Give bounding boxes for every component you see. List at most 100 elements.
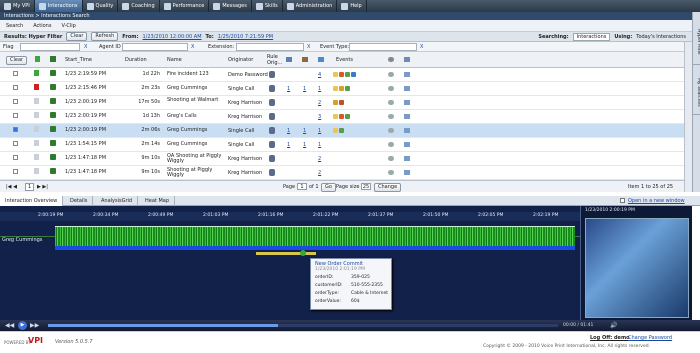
page-size-input[interactable]: 25 — [361, 183, 371, 190]
row-checkbox[interactable] — [13, 155, 18, 160]
row-icon-d[interactable] — [388, 156, 394, 161]
flag-icon[interactable] — [34, 154, 39, 160]
row-icon-e[interactable] — [404, 86, 410, 91]
flag-icon[interactable] — [34, 70, 39, 76]
table-row[interactable]: 1/23 2:00:19 PM 1d 13h Greg's Calls Kreg Ha… — [0, 110, 684, 124]
row-checkbox[interactable] — [13, 99, 18, 104]
nav-tab-my-vpi[interactable]: My VPI — [0, 0, 35, 12]
flag-icon[interactable] — [34, 140, 39, 146]
seek-track[interactable] — [48, 324, 558, 327]
cell-count-b[interactable]: 1 — [303, 128, 306, 134]
event-icon[interactable] — [351, 72, 356, 77]
cell-count-c[interactable]: 3 — [318, 114, 321, 120]
cell-count-b[interactable]: 1 — [303, 86, 306, 92]
refresh-button[interactable]: Refresh — [91, 32, 119, 41]
screen-thumbnail[interactable]: 1/23/2010 2:00:19 PM — [580, 206, 692, 326]
col-rule-orig[interactable]: Rule Orig... — [267, 54, 282, 66]
table-row[interactable]: 1/23 2:19:59 PM 1d 22h Fire incident 123 De… — [0, 68, 684, 82]
col-icon-c[interactable] — [318, 57, 324, 62]
cell-count-a[interactable]: 1 — [287, 86, 290, 92]
flag-icon[interactable] — [34, 126, 39, 132]
row-checkbox[interactable] — [13, 113, 18, 118]
row-icon-d[interactable] — [388, 128, 394, 133]
menu-vclip[interactable]: V-Clip — [61, 23, 75, 29]
row-icon-d[interactable] — [388, 114, 394, 119]
col-start-time[interactable]: Start_Time — [65, 57, 92, 63]
media-icon[interactable] — [50, 140, 56, 146]
side-tab-0[interactable]: Hyper Filter — [693, 20, 700, 65]
event-icon[interactable] — [333, 128, 338, 133]
row-checkbox[interactable] — [13, 85, 18, 90]
nav-tab-skills[interactable]: Skills — [252, 0, 283, 12]
play-button[interactable]: ▶ — [18, 321, 27, 330]
row-checkbox[interactable] — [13, 127, 18, 132]
media-icon[interactable] — [50, 84, 56, 90]
page-input[interactable]: 1 — [297, 183, 307, 190]
cell-count-c[interactable]: 1 — [318, 86, 321, 92]
audio-waveform[interactable] — [55, 226, 575, 246]
row-icon-d[interactable] — [388, 100, 394, 105]
col-icon-d[interactable] — [388, 57, 394, 62]
event-marker-icon[interactable] — [300, 250, 306, 256]
pager-next-icon[interactable]: ▶ ▶| — [37, 184, 48, 190]
col-icon-b[interactable] — [302, 57, 308, 62]
event-icon[interactable] — [339, 72, 344, 77]
nav-tab-administration[interactable]: Administration — [283, 0, 338, 12]
event-icon[interactable] — [333, 114, 338, 119]
col-icon-a[interactable] — [286, 57, 292, 62]
from-value[interactable]: 1/23/2010 12:00:00 AM — [143, 34, 202, 40]
clear-filters-button[interactable]: Clear — [6, 56, 28, 65]
using-value[interactable]: Today's Interactions — [636, 34, 686, 40]
extension-input[interactable] — [236, 43, 304, 51]
row-icon-e[interactable] — [404, 128, 410, 133]
event-icon[interactable] — [339, 114, 344, 119]
table-row[interactable]: 1/23 2:00:19 PM 2m 06s Greg Cummings Single… — [0, 124, 684, 138]
col-events[interactable]: Events — [336, 57, 353, 63]
flag-icon[interactable] — [34, 98, 39, 104]
nav-tab-coaching[interactable]: Coaching — [118, 0, 160, 12]
table-row[interactable]: 1/23 2:00:19 PM 17m 50s Shooting at Walmar… — [0, 96, 684, 110]
cell-count-a[interactable]: 1 — [287, 128, 290, 134]
row-checkbox[interactable] — [13, 141, 18, 146]
cell-count-c[interactable]: 1 — [318, 142, 321, 148]
event-icon[interactable] — [345, 72, 350, 77]
col-originator[interactable]: Originator — [228, 57, 253, 63]
table-row[interactable]: 1/23 1:47:18 PM 9m 10s Shooting at Piggly … — [0, 166, 684, 180]
agent-icon[interactable] — [269, 155, 275, 162]
nav-tab-quality[interactable]: Quality — [83, 0, 119, 12]
event-icon[interactable] — [333, 100, 338, 105]
breadcrumb-text[interactable]: Interactions > Interactions Search — [4, 13, 90, 19]
flag-filter-input[interactable] — [20, 43, 80, 51]
cell-count-b[interactable]: 1 — [303, 142, 306, 148]
agent-icon[interactable] — [269, 85, 275, 92]
nav-tab-performance[interactable]: Performance — [160, 0, 210, 12]
event-icon[interactable] — [339, 100, 344, 105]
log-off-link[interactable]: Log Off: demo — [590, 335, 630, 341]
row-icon-d[interactable] — [388, 170, 394, 175]
tab-interaction-overview[interactable]: Interaction Overview — [0, 196, 64, 206]
event-icon[interactable] — [333, 72, 338, 77]
agent-icon[interactable] — [269, 169, 275, 176]
forward-icon[interactable]: ▶▶ — [30, 322, 39, 329]
row-checkbox[interactable] — [13, 71, 18, 76]
to-value[interactable]: 1/25/2010 7:21:59 PM — [218, 34, 273, 40]
flag-column-icon[interactable] — [35, 56, 40, 62]
tab-details[interactable]: Details — [65, 196, 94, 206]
event-icon[interactable] — [339, 86, 344, 91]
media-icon[interactable] — [50, 126, 56, 132]
tab-heat-map[interactable]: Heat Map — [140, 196, 176, 206]
agent-icon[interactable] — [269, 141, 275, 148]
media-icon[interactable] — [50, 154, 56, 160]
event-icon[interactable] — [333, 86, 338, 91]
cell-count-c[interactable]: 4 — [318, 72, 321, 78]
side-tab-1[interactable]: My Searches — [693, 70, 700, 115]
pager-current-page[interactable]: 1 — [25, 183, 35, 191]
col-duration[interactable]: Duration — [125, 57, 147, 63]
tab-analysis-grid[interactable]: AnalysisGrid — [96, 196, 139, 206]
row-icon-e[interactable] — [404, 114, 410, 119]
flag-icon[interactable] — [34, 84, 39, 90]
row-checkbox[interactable] — [13, 169, 18, 174]
pager-first-icon[interactable]: |◀ ◀ — [6, 184, 17, 190]
open-new-window-link[interactable]: Open in a new window — [628, 198, 685, 204]
rewind-icon[interactable]: ◀◀ — [5, 322, 14, 329]
